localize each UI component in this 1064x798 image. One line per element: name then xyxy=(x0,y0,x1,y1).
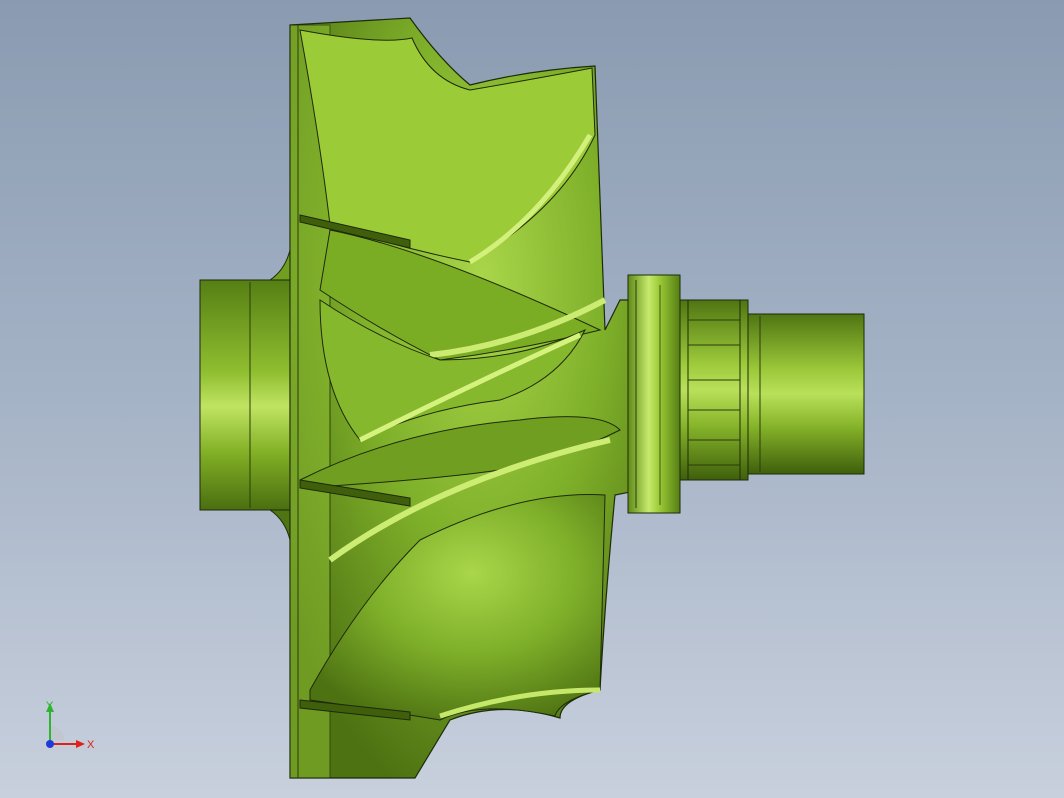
axis-triad: Y X xyxy=(46,700,95,751)
left-shaft xyxy=(199,249,293,541)
impeller-model[interactable] xyxy=(0,0,1064,798)
z-axis-dot xyxy=(46,740,54,748)
y-axis-label: Y xyxy=(46,700,54,712)
x-axis-label: X xyxy=(87,739,95,751)
right-collar xyxy=(627,274,681,514)
graphics-viewport[interactable]: Y X xyxy=(0,0,1064,798)
right-shaft xyxy=(747,313,865,475)
spline-section xyxy=(679,299,749,481)
x-axis-arrow xyxy=(76,740,85,748)
